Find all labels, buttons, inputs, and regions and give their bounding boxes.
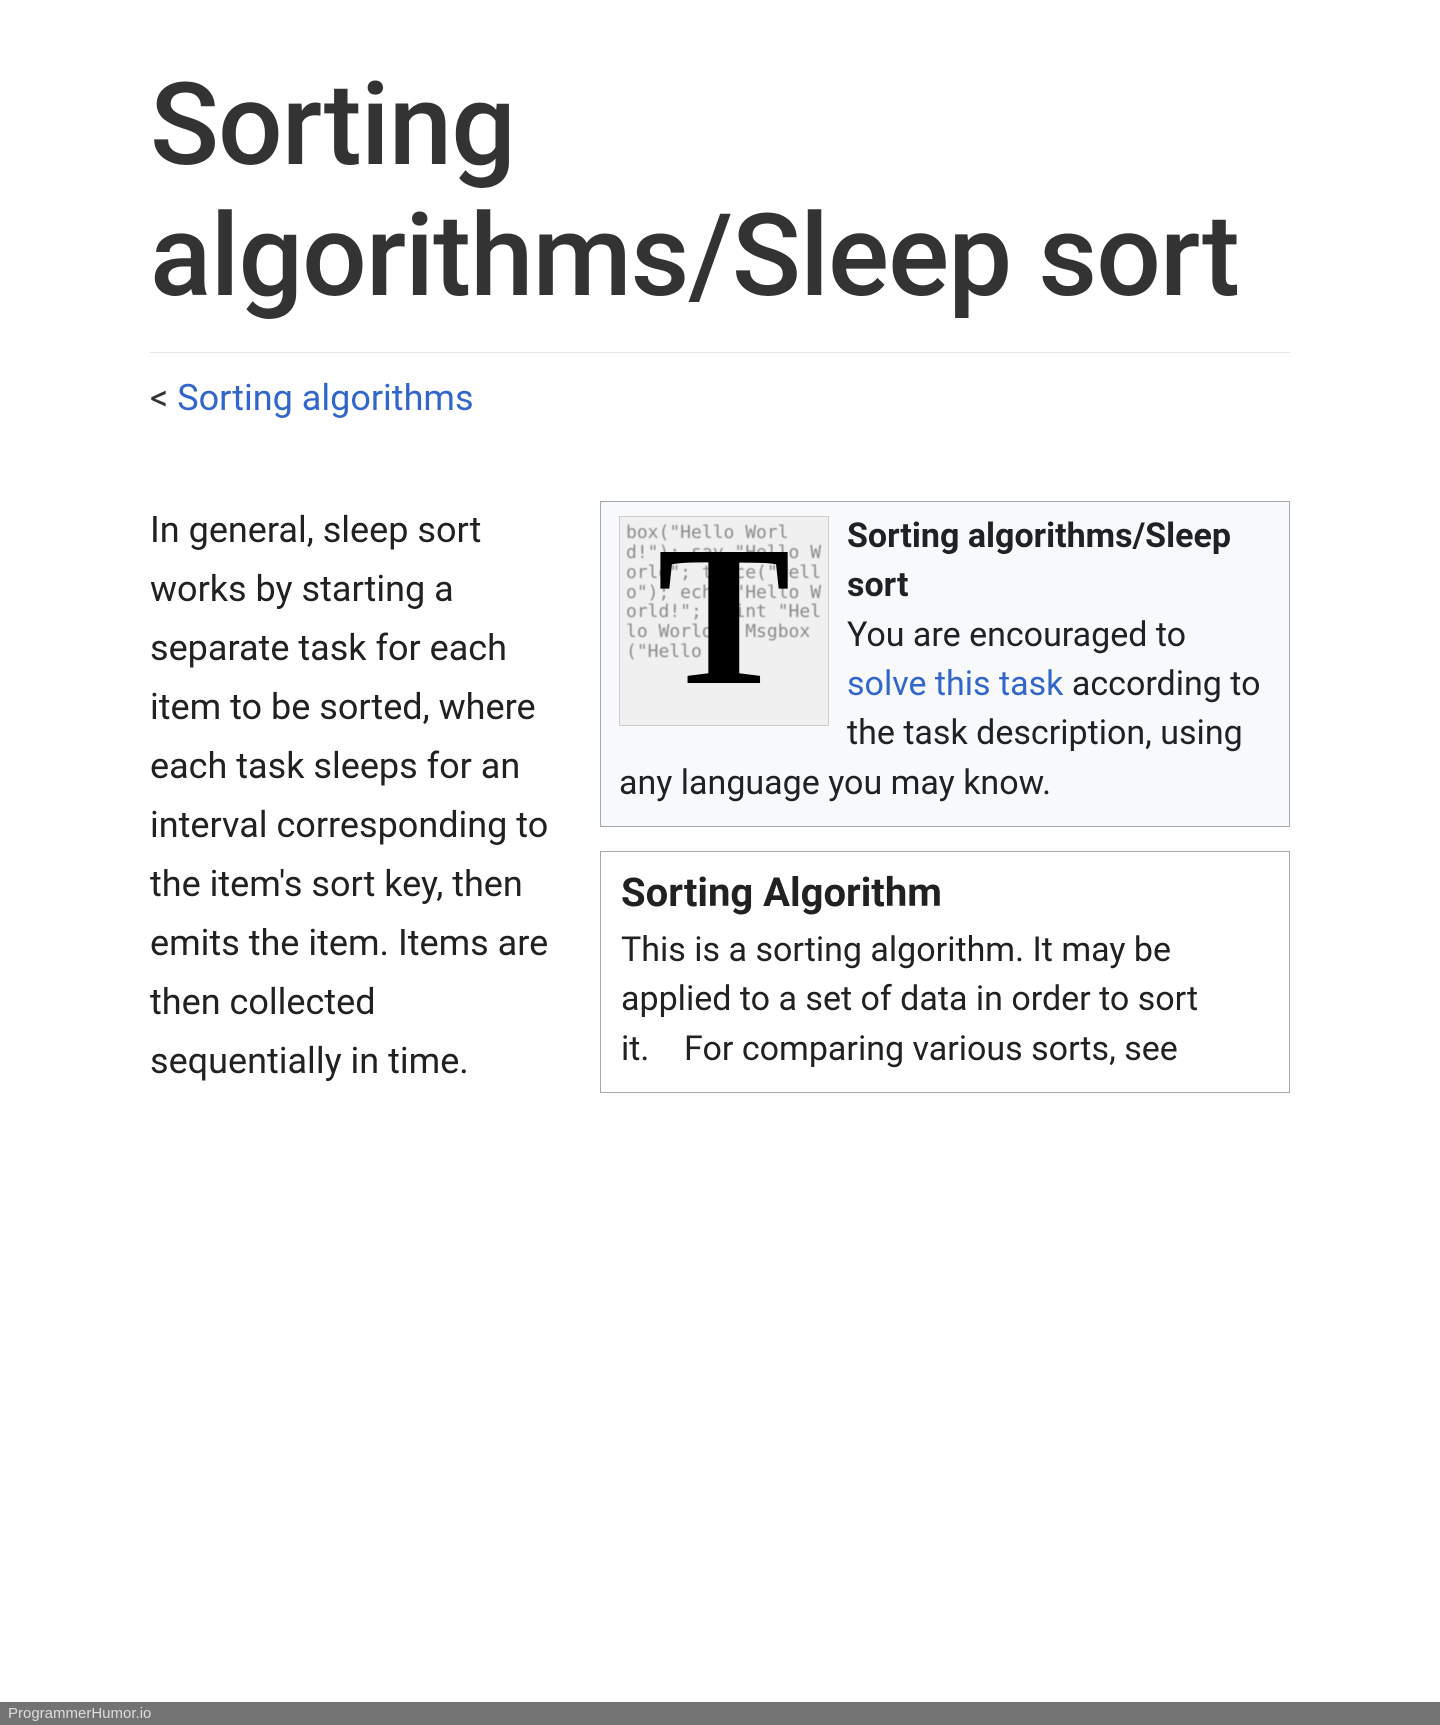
- main-paragraph: In general, sleep sort works by starting…: [150, 501, 560, 1091]
- watermark: ProgrammerHumor.io: [0, 1702, 1440, 1725]
- letter-t-icon: T: [657, 517, 790, 717]
- breadcrumb-link[interactable]: Sorting algorithms: [177, 377, 473, 419]
- algorithm-box: Sorting Algorithm This is a sorting algo…: [600, 851, 1290, 1093]
- task-t-icon: box("Hello World!"); say "Hello World"; …: [619, 516, 829, 726]
- algorithm-box-title: Sorting Algorithm: [621, 864, 1269, 922]
- task-infobox: box("Hello World!"); say "Hello World"; …: [600, 501, 1290, 827]
- side-column: box("Hello World!"); say "Hello World"; …: [600, 501, 1290, 1093]
- infobox-text-before: You are encouraged to: [847, 615, 1186, 655]
- page-title: Sorting algorithms/Sleep sort: [150, 60, 1290, 322]
- breadcrumb: < Sorting algorithms: [150, 377, 1290, 419]
- solve-task-link[interactable]: solve this task: [847, 664, 1063, 704]
- content-row: In general, sleep sort works by starting…: [150, 501, 1290, 1093]
- breadcrumb-prefix: <: [150, 377, 177, 419]
- infobox-title: Sorting algorithms/Sleep sort: [847, 516, 1231, 605]
- algorithm-box-body: This is a sorting algorithm. It may be a…: [621, 926, 1269, 1074]
- title-divider: [150, 352, 1290, 353]
